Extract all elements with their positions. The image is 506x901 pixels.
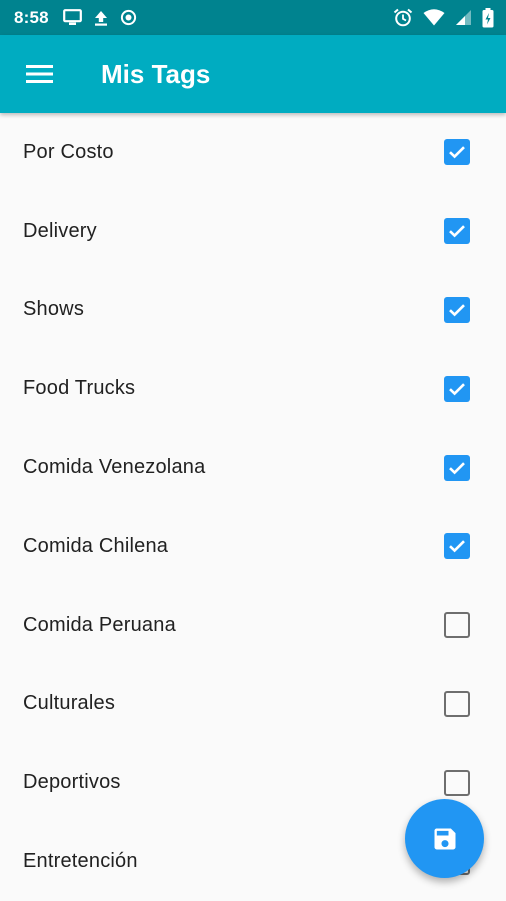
- check-icon: [449, 461, 465, 474]
- tag-row[interactable]: Por Costo: [0, 113, 506, 192]
- tag-label: Entretención: [23, 850, 138, 873]
- app-bar: Mis Tags: [0, 35, 506, 113]
- tag-checkbox[interactable]: [444, 296, 470, 323]
- tag-checkbox[interactable]: [444, 375, 470, 402]
- tag-label: Comida Chilena: [23, 534, 169, 557]
- tag-row[interactable]: Comida Peruana: [0, 586, 506, 665]
- tag-label: Food Trucks: [23, 377, 136, 400]
- wifi-icon: [423, 9, 445, 26]
- tag-checkbox[interactable]: [444, 612, 470, 639]
- status-time: 8:58: [14, 7, 49, 27]
- save-icon: [434, 828, 455, 849]
- tag-label: Por Costo: [23, 140, 114, 163]
- tag-row[interactable]: Culturales: [0, 665, 506, 744]
- upload-icon: [94, 10, 108, 26]
- record-icon: [120, 9, 137, 26]
- alarm-icon: [393, 8, 413, 27]
- tag-checkbox[interactable]: [444, 769, 470, 796]
- tag-label: Culturales: [23, 692, 116, 715]
- status-bar-right: [383, 7, 494, 28]
- check-icon: [449, 146, 465, 159]
- tag-checkbox[interactable]: [444, 690, 470, 717]
- tag-checkbox[interactable]: [444, 533, 470, 560]
- tag-row[interactable]: Comida Venezolana: [0, 428, 506, 507]
- signal-icon: [455, 9, 472, 26]
- status-bar: 8:58: [0, 0, 506, 35]
- check-icon: [449, 383, 465, 396]
- tag-row[interactable]: Comida Chilena: [0, 507, 506, 586]
- check-icon: [449, 225, 465, 238]
- tag-checkbox[interactable]: [444, 454, 470, 481]
- tag-row[interactable]: Food Trucks: [0, 349, 506, 428]
- tag-list: Por Costo Delivery Shows Food Trucks Com…: [0, 113, 506, 901]
- tag-row[interactable]: Delivery: [0, 192, 506, 271]
- page-title: Mis Tags: [101, 58, 211, 89]
- tag-row[interactable]: Shows: [0, 271, 506, 350]
- save-fab-button[interactable]: [405, 799, 484, 878]
- tag-label: Deportivos: [23, 771, 121, 794]
- tag-checkbox[interactable]: [444, 139, 470, 166]
- tag-label: Comida Venezolana: [23, 456, 206, 479]
- check-icon: [449, 540, 465, 553]
- tag-checkbox[interactable]: [444, 218, 470, 245]
- monitor-icon: [62, 9, 82, 26]
- tag-label: Comida Peruana: [23, 613, 176, 636]
- battery-icon: [482, 7, 494, 28]
- tag-label: Shows: [23, 298, 85, 321]
- check-icon: [449, 304, 465, 317]
- tag-label: Delivery: [23, 219, 97, 242]
- hamburger-menu-icon[interactable]: [13, 47, 67, 101]
- status-bar-left: 8:58: [14, 8, 149, 28]
